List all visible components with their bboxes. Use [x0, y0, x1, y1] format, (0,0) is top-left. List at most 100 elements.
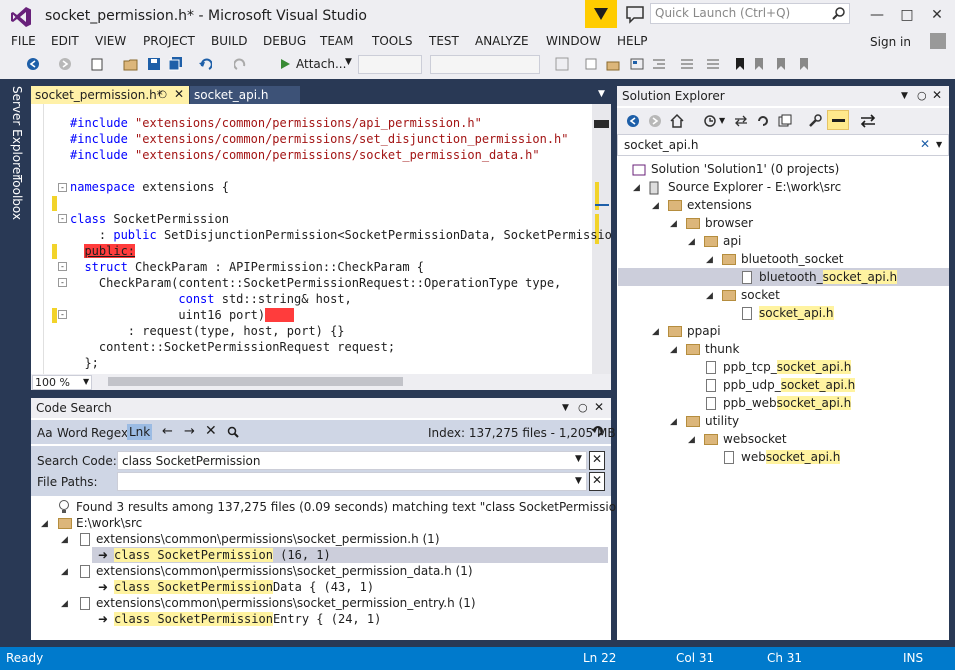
play-icon[interactable]: [276, 55, 294, 73]
chevron-down-icon[interactable]: ▼: [598, 89, 605, 99]
arrow-right-icon[interactable]: →: [184, 424, 195, 439]
tree-node-thunk[interactable]: thunk: [705, 342, 739, 356]
splitter-icon[interactable]: [594, 120, 609, 128]
menu-project[interactable]: PROJECT: [143, 34, 195, 48]
collapse-triangle-icon[interactable]: ◢: [688, 237, 695, 247]
search-code-input[interactable]: class SocketPermission: [117, 451, 587, 470]
chevron-down-icon[interactable]: ▼: [575, 476, 582, 486]
tree-node-socket-api[interactable]: socket_api.h: [759, 306, 834, 320]
tree-node-browser[interactable]: browser: [705, 216, 753, 230]
source-explorer-node[interactable]: Source Explorer - E:\work\src: [668, 180, 841, 194]
menu-file[interactable]: FILE: [11, 34, 36, 48]
next-bookmark-icon[interactable]: [774, 55, 792, 73]
result-match-line[interactable]: class SocketPermissionEntry { (24, 1): [114, 612, 381, 626]
result-match-line[interactable]: class SocketPermissionData { (43, 1): [114, 580, 374, 594]
clear-paths-button[interactable]: ✕: [589, 472, 605, 491]
fold-toggle[interactable]: -: [58, 262, 67, 271]
collapse-triangle-icon[interactable]: ◢: [706, 255, 713, 265]
result-file[interactable]: extensions\common\permissions\socket_per…: [96, 596, 476, 610]
menu-analyze[interactable]: ANALYZE: [475, 34, 529, 48]
refresh-icon[interactable]: [591, 424, 605, 438]
new-project-icon[interactable]: [88, 55, 106, 73]
result-file[interactable]: extensions\common\permissions\socket_per…: [96, 532, 440, 546]
chevron-down-icon[interactable]: ▼: [575, 454, 582, 464]
prev-bookmark-icon[interactable]: [752, 55, 770, 73]
tree-node-utility[interactable]: utility: [705, 414, 739, 428]
horizontal-scrollbar-thumb[interactable]: [108, 377, 403, 386]
tree-node-socket[interactable]: socket: [741, 288, 780, 302]
platform-combo[interactable]: [430, 55, 540, 74]
bookmark-icon[interactable]: [731, 55, 749, 73]
menu-tools[interactable]: TOOLS: [372, 34, 413, 48]
chevron-down-icon[interactable]: ▼: [562, 403, 569, 413]
menu-help[interactable]: HELP: [617, 34, 648, 48]
open-file-icon[interactable]: [122, 55, 140, 73]
fold-toggle[interactable]: -: [58, 310, 67, 319]
menu-build[interactable]: BUILD: [211, 34, 247, 48]
collapse-triangle-icon[interactable]: ◢: [706, 291, 713, 301]
close-icon[interactable]: ✕: [594, 400, 604, 414]
match-case-toggle[interactable]: Aa: [37, 426, 53, 440]
fold-toggle[interactable]: -: [58, 214, 67, 223]
collapse-triangle-icon[interactable]: ◢: [61, 599, 68, 609]
search-icon[interactable]: [227, 426, 239, 438]
solution-search-box[interactable]: socket_api.h ✕ ▼: [617, 134, 949, 156]
collapse-triangle-icon[interactable]: ◢: [61, 535, 68, 545]
result-file[interactable]: extensions\common\permissions\socket_per…: [96, 564, 473, 578]
collapse-triangle-icon[interactable]: ◢: [688, 435, 695, 445]
close-icon[interactable]: ✕: [174, 87, 184, 101]
undo-icon[interactable]: [196, 55, 214, 73]
solution-node[interactable]: Solution 'Solution1' (0 projects): [651, 162, 839, 176]
back-icon[interactable]: [626, 114, 640, 128]
swap-icon[interactable]: [860, 114, 876, 128]
side-tab-toolbox[interactable]: Toolbox: [10, 175, 24, 220]
clear-search-button[interactable]: ✕: [589, 451, 605, 470]
feedback-icon[interactable]: [625, 4, 645, 24]
menu-test[interactable]: TEST: [429, 34, 459, 48]
forward-icon[interactable]: [648, 114, 662, 128]
solution-config-combo[interactable]: [358, 55, 422, 74]
find-in-files-icon[interactable]: [553, 55, 571, 73]
collapse-triangle-icon[interactable]: ◢: [41, 519, 48, 529]
forward-icon[interactable]: [56, 55, 74, 73]
whole-word-toggle[interactable]: Word: [57, 426, 88, 440]
result-match-line[interactable]: class SocketPermission (16, 1): [114, 548, 331, 562]
tree-node-websocket[interactable]: websocket: [723, 432, 787, 446]
regex-toggle[interactable]: Regex: [91, 426, 128, 440]
back-icon[interactable]: [24, 55, 42, 73]
collapse-triangle-icon[interactable]: ◢: [652, 327, 659, 337]
clear-bookmarks-icon[interactable]: [797, 55, 815, 73]
collapse-triangle-icon[interactable]: ◢: [61, 567, 68, 577]
menu-edit[interactable]: EDIT: [51, 34, 79, 48]
tree-node-ppb-udp-socket-api[interactable]: ppb_udp_socket_api.h: [723, 378, 856, 392]
refresh-icon[interactable]: [756, 114, 770, 128]
notifications-button[interactable]: [585, 0, 617, 28]
properties-wrench-icon[interactable]: [808, 114, 822, 128]
chevron-down-icon[interactable]: ▼: [901, 91, 908, 101]
uncomment-icon[interactable]: [704, 55, 722, 73]
menu-view[interactable]: VIEW: [95, 34, 126, 48]
attach-button[interactable]: Attach...: [296, 57, 346, 71]
solution-search-value[interactable]: socket_api.h: [624, 138, 699, 152]
menu-debug[interactable]: DEBUG: [263, 34, 306, 48]
avatar[interactable]: [930, 33, 946, 49]
collapse-triangle-icon[interactable]: ◢: [633, 183, 640, 193]
results-root[interactable]: E:\work\src: [76, 516, 142, 530]
maximize-button[interactable]: □: [893, 2, 921, 28]
sync-icon[interactable]: [734, 114, 748, 128]
quick-launch-input[interactable]: Quick Launch (Ctrl+Q): [650, 3, 850, 24]
fold-toggle[interactable]: -: [58, 278, 67, 287]
close-icon[interactable]: ✕: [932, 88, 942, 102]
toolbox-icon[interactable]: [604, 55, 622, 73]
tree-node-bluetooth-socket-api[interactable]: bluetooth_socket_api.h: [759, 270, 898, 284]
pin-icon[interactable]: ○: [917, 89, 927, 102]
redo-icon[interactable]: [232, 55, 250, 73]
save-icon[interactable]: [145, 55, 163, 73]
file-paths-input[interactable]: [117, 472, 587, 491]
pin-icon[interactable]: ○: [158, 89, 167, 100]
clear-search-icon[interactable]: ✕: [920, 137, 930, 151]
preview-toggle[interactable]: [827, 110, 849, 130]
tree-node-bluetooth-socket[interactable]: bluetooth_socket: [741, 252, 843, 266]
sign-in-link[interactable]: Sign in: [870, 35, 911, 49]
chevron-down-icon[interactable]: ▼: [936, 140, 942, 149]
